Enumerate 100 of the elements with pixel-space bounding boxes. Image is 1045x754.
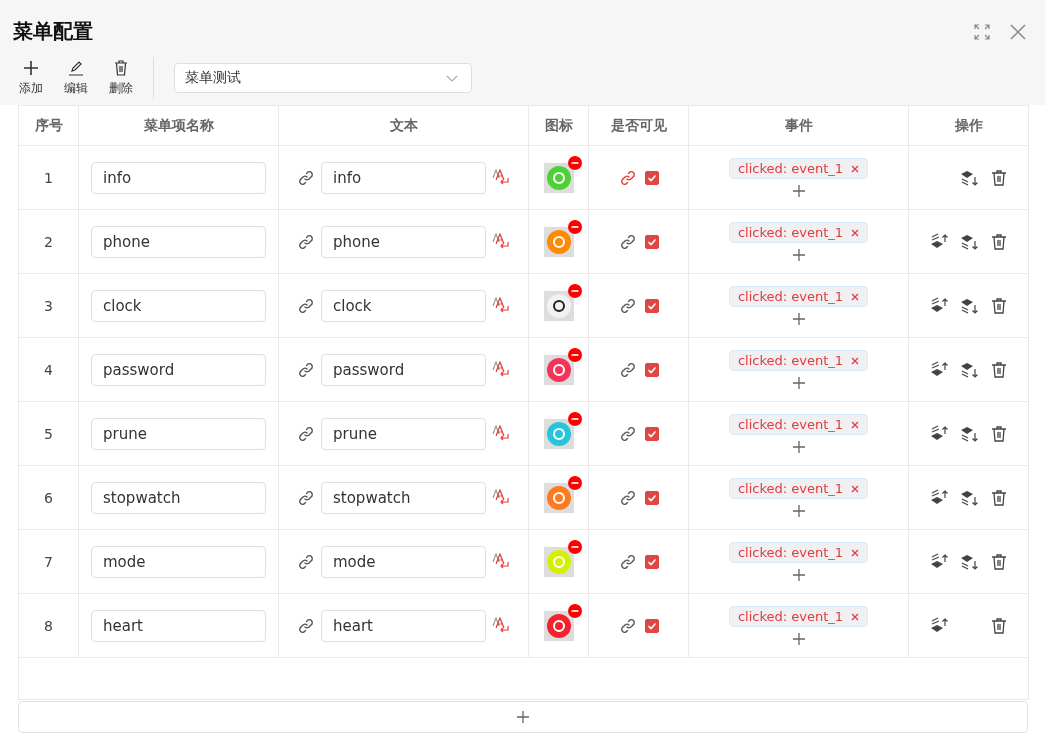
toolbar-button[interactable]: 添加 [14,59,48,97]
close-icon[interactable] [851,420,860,429]
move-up-icon[interactable] [929,360,948,379]
move-down-icon[interactable] [959,168,978,187]
add-icon[interactable] [792,377,805,389]
move-down-icon[interactable] [959,552,978,571]
remove-badge-icon[interactable] [567,475,582,490]
visible-checkbox[interactable] [644,298,659,313]
remove-badge-icon[interactable] [567,539,582,554]
move-up-icon[interactable] [929,488,948,507]
delete-icon[interactable] [989,616,1008,635]
link-icon[interactable] [618,488,637,507]
link-icon[interactable] [297,552,315,571]
move-up-icon[interactable] [929,424,948,443]
translate-icon[interactable] [492,232,510,251]
add-icon[interactable] [792,249,805,261]
fullscreen-icon[interactable] [973,22,991,41]
text-input[interactable]: password [321,353,486,386]
close-icon[interactable] [851,484,860,493]
link-icon[interactable] [297,360,315,379]
close-icon[interactable] [851,164,860,173]
text-input[interactable]: phone [321,225,486,258]
add-icon[interactable] [792,633,805,645]
add-icon[interactable] [792,505,805,517]
close-icon[interactable] [851,228,860,237]
visible-checkbox[interactable] [644,426,659,441]
close-icon[interactable] [851,356,860,365]
move-up-icon[interactable] [929,232,948,251]
move-down-icon[interactable] [959,424,978,443]
link-icon[interactable] [297,424,315,443]
link-icon[interactable] [297,296,315,315]
visible-checkbox[interactable] [644,490,659,505]
link-icon[interactable] [297,232,315,251]
add-icon[interactable] [792,185,805,197]
toolbar-button[interactable]: 删除 [104,59,138,97]
text-input[interactable]: mode [321,545,486,578]
translate-icon[interactable] [492,360,510,379]
text-input[interactable]: stopwatch [321,481,486,514]
move-down-icon[interactable] [959,232,978,251]
visible-checkbox[interactable] [644,554,659,569]
delete-icon[interactable] [989,168,1008,187]
delete-icon[interactable] [989,424,1008,443]
name-input[interactable]: stopwatch [91,481,266,514]
visible-checkbox[interactable] [644,362,659,377]
translate-icon[interactable] [492,488,510,507]
link-icon[interactable] [618,232,637,251]
link-icon[interactable] [297,168,315,187]
add-icon[interactable] [792,441,805,453]
move-up-icon[interactable] [929,296,948,315]
close-icon[interactable] [851,548,860,557]
name-input[interactable]: heart [91,609,266,642]
add-icon[interactable] [792,313,805,325]
translate-icon[interactable] [492,552,510,571]
move-down-icon[interactable] [959,296,978,315]
menu-select[interactable]: 菜单测试 [174,63,472,93]
remove-badge-icon[interactable] [567,411,582,426]
link-icon[interactable] [297,616,315,635]
translate-icon[interactable] [492,296,510,315]
translate-icon[interactable] [492,616,510,635]
link-icon[interactable] [618,424,637,443]
text-input[interactable]: info [321,161,486,194]
delete-icon[interactable] [989,360,1008,379]
name-input[interactable]: phone [91,225,266,258]
delete-icon[interactable] [989,488,1008,507]
name-input[interactable]: clock [91,289,266,322]
visible-checkbox[interactable] [644,618,659,633]
close-icon[interactable] [1009,22,1027,41]
link-icon[interactable] [618,168,637,187]
close-icon[interactable] [851,612,860,621]
remove-badge-icon[interactable] [567,155,582,170]
add-icon[interactable] [792,569,805,581]
name-input[interactable]: prune [91,417,266,450]
move-down-icon[interactable] [959,360,978,379]
name-input[interactable]: mode [91,545,266,578]
visible-checkbox[interactable] [644,170,659,185]
move-down-icon[interactable] [959,488,978,507]
link-icon[interactable] [618,552,637,571]
move-up-icon[interactable] [929,552,948,571]
remove-badge-icon[interactable] [567,219,582,234]
text-input[interactable]: heart [321,609,486,642]
link-icon[interactable] [297,488,315,507]
close-icon[interactable] [851,292,860,301]
translate-icon[interactable] [492,168,510,187]
visible-checkbox[interactable] [644,234,659,249]
name-input[interactable]: info [91,161,266,194]
delete-icon[interactable] [989,232,1008,251]
text-input[interactable]: prune [321,417,486,450]
remove-badge-icon[interactable] [567,283,582,298]
text-input[interactable]: clock [321,289,486,322]
remove-badge-icon[interactable] [567,603,582,618]
name-input[interactable]: password [91,353,266,386]
link-icon[interactable] [618,296,637,315]
delete-icon[interactable] [989,296,1008,315]
link-icon[interactable] [618,360,637,379]
delete-icon[interactable] [989,552,1008,571]
toolbar-button[interactable]: 编辑 [59,59,93,97]
translate-icon[interactable] [492,424,510,443]
move-up-icon[interactable] [929,616,948,635]
link-icon[interactable] [618,616,637,635]
remove-badge-icon[interactable] [567,347,582,362]
